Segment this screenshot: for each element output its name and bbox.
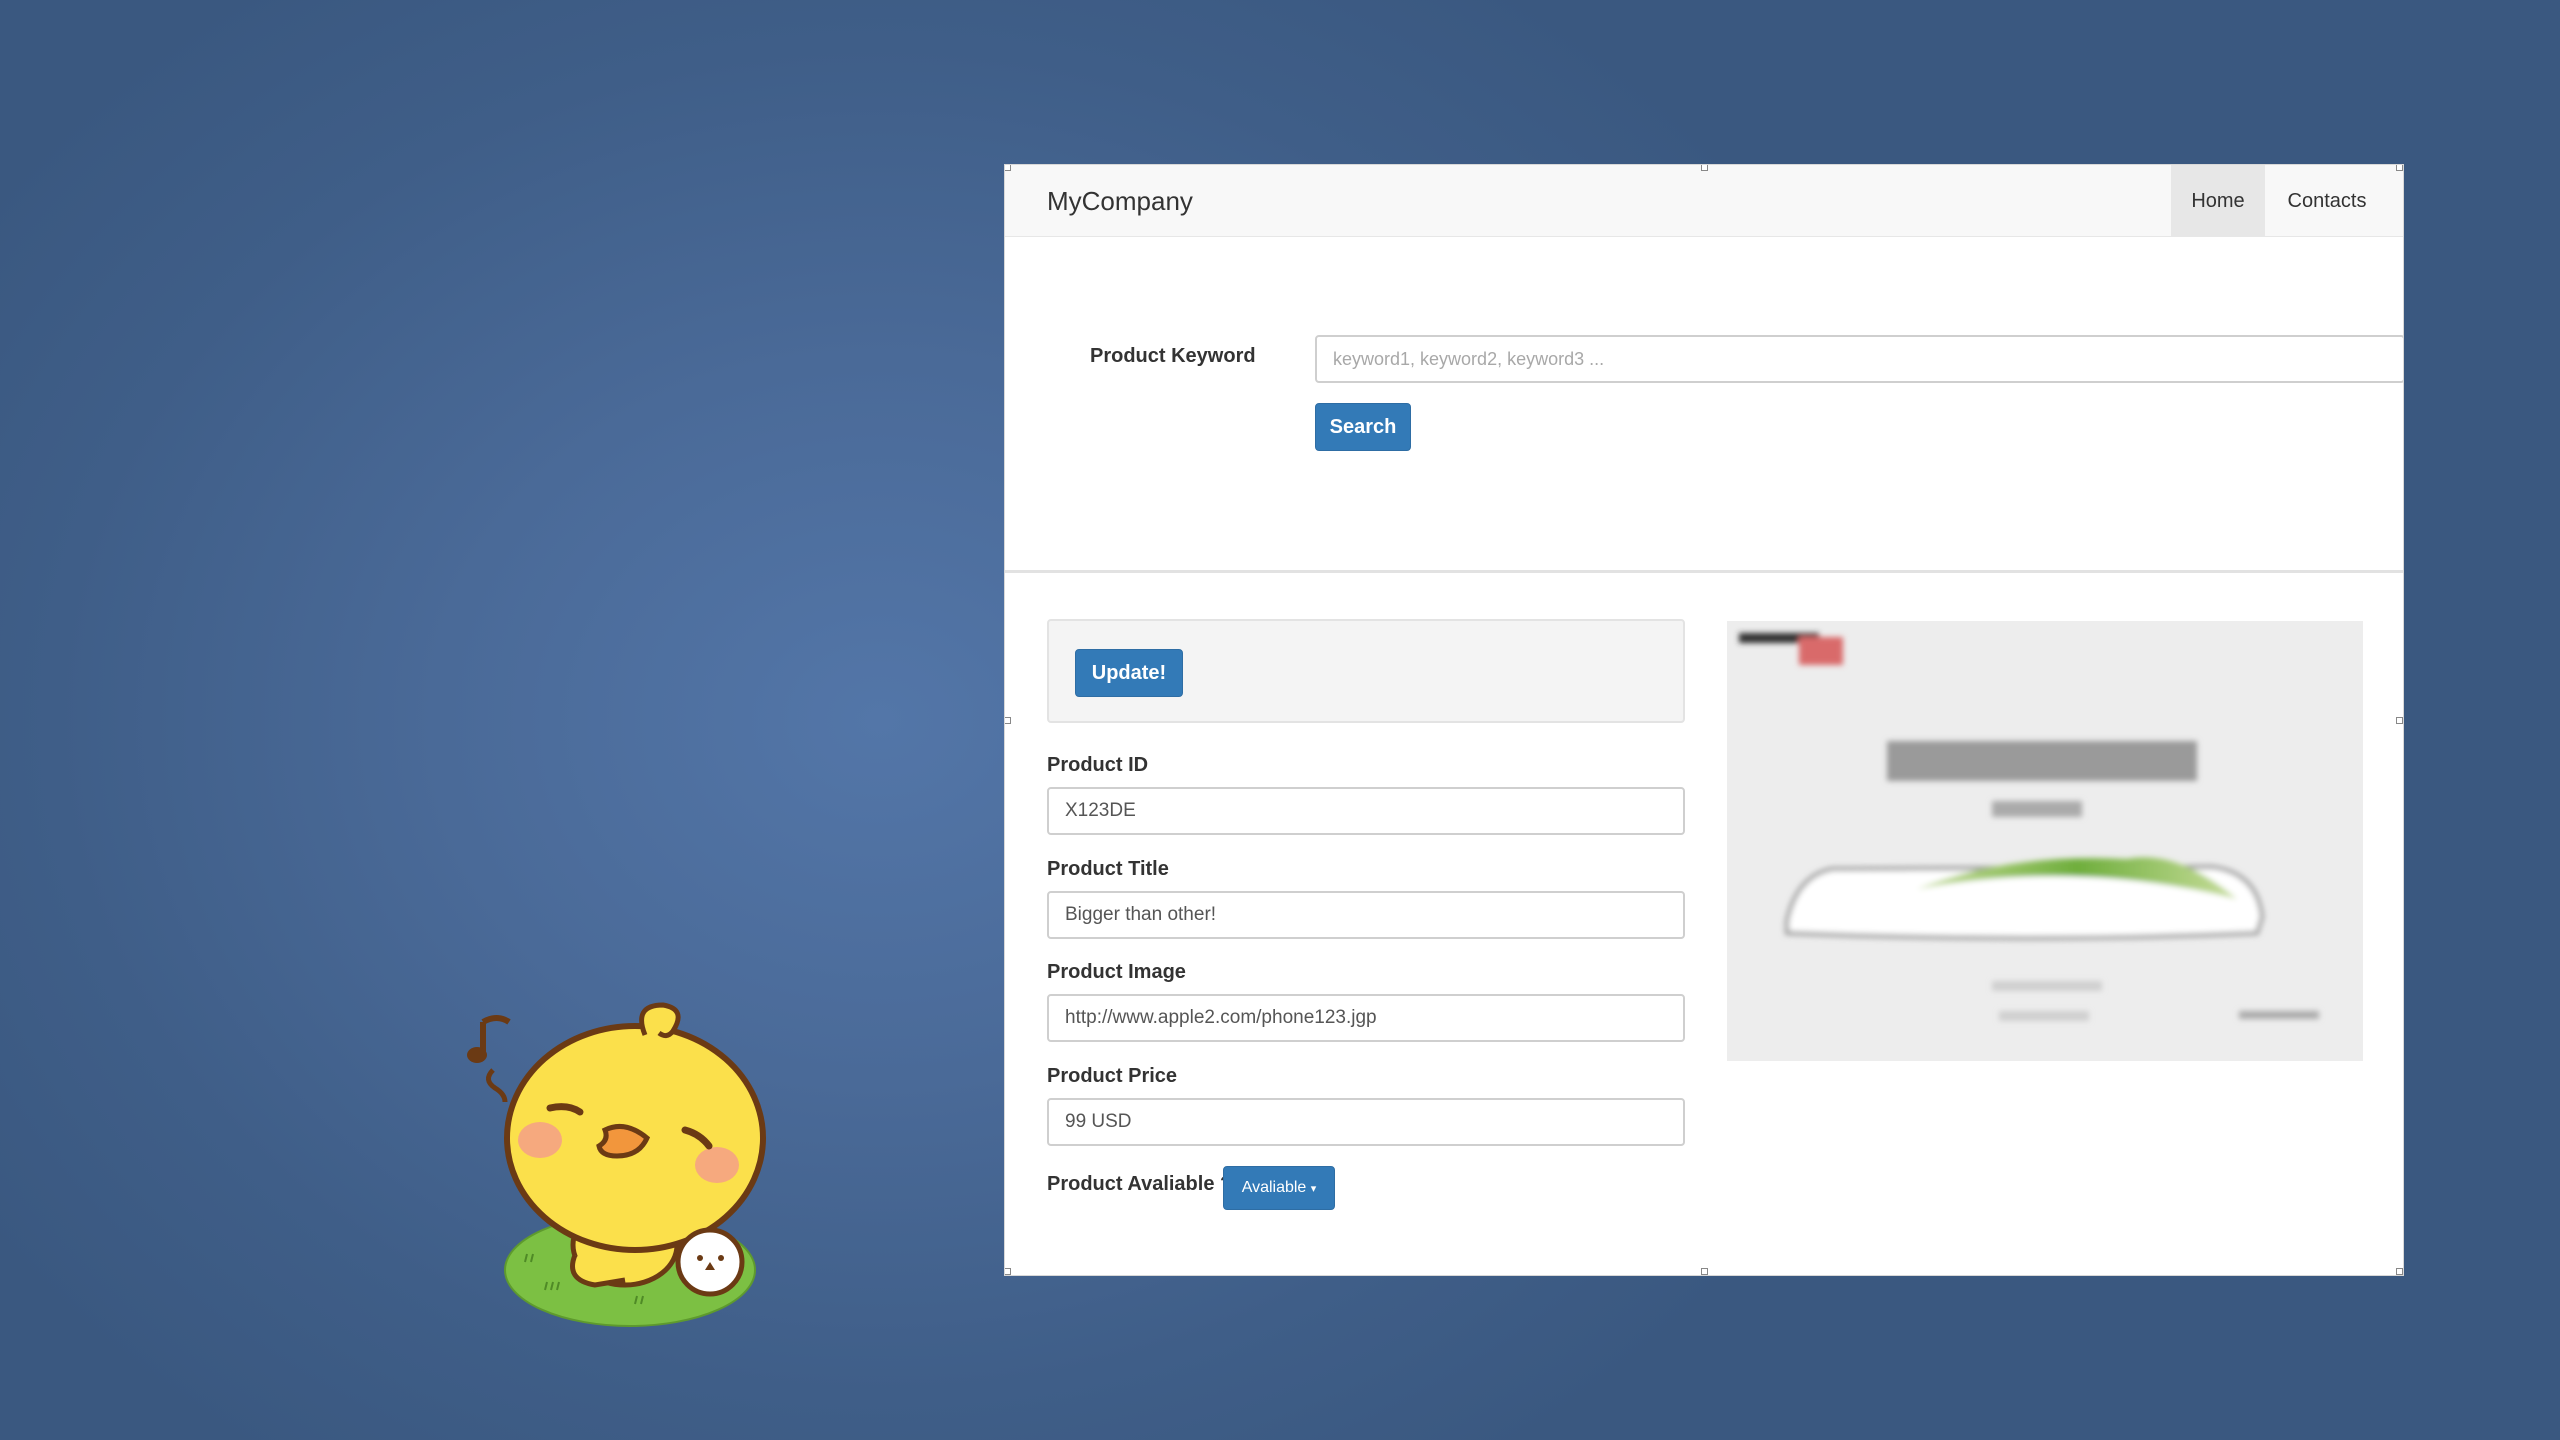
chick-sticker bbox=[455, 1000, 785, 1340]
resize-handle[interactable] bbox=[2396, 717, 2403, 724]
available-label: Product Avaliable ? bbox=[1047, 1173, 1233, 1195]
product-price-label: Product Price bbox=[1047, 1065, 1178, 1087]
resize-handle[interactable] bbox=[2396, 1268, 2403, 1275]
update-button[interactable]: Update! bbox=[1075, 649, 1183, 697]
product-title-input[interactable] bbox=[1047, 891, 1685, 939]
resize-handle[interactable] bbox=[1701, 165, 1708, 171]
navbar: MyCompany Home Contacts bbox=[1005, 165, 2403, 237]
resize-handle[interactable] bbox=[1701, 1268, 1708, 1275]
resize-handle[interactable] bbox=[1005, 717, 1011, 724]
caret-down-icon: ▾ bbox=[1310, 1183, 1317, 1195]
available-selected: Avaliable bbox=[1241, 1179, 1307, 1196]
resize-handle[interactable] bbox=[1005, 165, 1011, 171]
product-image-preview bbox=[1727, 621, 2363, 1061]
resize-handle[interactable] bbox=[1005, 1268, 1011, 1275]
nav-contacts[interactable]: Contacts bbox=[2265, 165, 2389, 237]
available-dropdown[interactable]: Avaliable ▾ bbox=[1223, 1166, 1335, 1210]
product-image-input[interactable] bbox=[1047, 994, 1685, 1042]
music-note-icon bbox=[467, 1015, 511, 1103]
product-image-label: Product Image bbox=[1047, 961, 1186, 983]
product-id-input[interactable] bbox=[1047, 787, 1685, 835]
keyword-label: Product Keyword bbox=[1090, 345, 1256, 367]
product-price-input[interactable] bbox=[1047, 1098, 1685, 1146]
keyword-input[interactable] bbox=[1315, 335, 2403, 383]
nav-home[interactable]: Home bbox=[2171, 165, 2265, 237]
app-window: MyCompany Home Contacts Product Keyword … bbox=[1004, 164, 2404, 1276]
search-button[interactable]: Search bbox=[1315, 403, 1411, 451]
product-id-label: Product ID bbox=[1047, 754, 1149, 776]
brand-logo[interactable]: MyCompany bbox=[1047, 165, 1193, 237]
product-title-label: Product Title bbox=[1047, 858, 1169, 880]
resize-handle[interactable] bbox=[2396, 165, 2403, 171]
section-divider bbox=[1005, 570, 2403, 573]
